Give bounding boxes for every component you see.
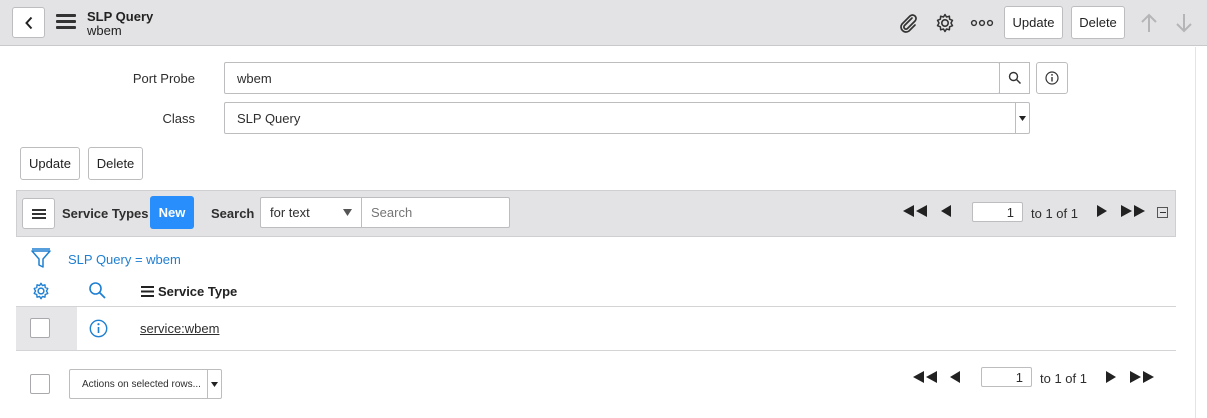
menu-icon[interactable]	[56, 14, 76, 30]
search-field-value: for text	[270, 205, 310, 220]
filter-breadcrumb[interactable]: SLP Query = wbem	[68, 252, 181, 267]
page-title: SLP Query	[87, 9, 154, 24]
service-type-link[interactable]: service:wbem	[140, 321, 219, 336]
bottom-next-page-icon[interactable]	[1105, 371, 1117, 386]
paperclip-icon[interactable]	[897, 12, 919, 34]
form-header: SLP Query wbem Update Delete	[0, 0, 1207, 46]
scrollbar-track[interactable]	[1195, 47, 1196, 418]
gear-icon[interactable]	[934, 12, 956, 34]
previous-page-icon[interactable]	[940, 205, 952, 220]
list-settings-gear-icon[interactable]	[31, 281, 51, 304]
header-update-button[interactable]: Update	[1004, 6, 1063, 39]
header-divider	[16, 306, 1176, 307]
arrow-down-icon[interactable]	[1173, 12, 1195, 34]
last-page-icon[interactable]	[1120, 205, 1146, 220]
class-select-value: SLP Query	[237, 110, 301, 126]
back-button[interactable]	[12, 7, 45, 38]
row-checkbox[interactable]	[30, 318, 50, 338]
next-page-icon[interactable]	[1096, 205, 1108, 220]
actions-select[interactable]: Actions on selected rows...	[69, 369, 222, 399]
form-update-button[interactable]: Update	[20, 147, 80, 180]
dropdown-arrow-icon	[207, 370, 221, 398]
list-menu-button[interactable]	[22, 198, 55, 229]
column-menu-icon[interactable]	[141, 285, 154, 300]
form-delete-button[interactable]: Delete	[88, 147, 143, 180]
collapse-icon[interactable]	[1157, 207, 1168, 218]
filter-icon[interactable]	[31, 248, 51, 273]
bottom-last-page-icon[interactable]	[1129, 371, 1155, 386]
bottom-page-range-text: to 1 of 1	[1040, 371, 1087, 386]
class-label: Class	[162, 111, 195, 126]
dropdown-arrow-icon	[343, 209, 352, 216]
info-icon[interactable]	[89, 319, 108, 341]
search-field-select[interactable]: for text	[260, 197, 362, 228]
search-label: Search	[211, 206, 255, 221]
arrow-up-icon[interactable]	[1138, 12, 1160, 34]
page-number-input[interactable]: 1	[972, 202, 1023, 222]
related-list-title: Service Types	[62, 206, 149, 221]
reference-info-button[interactable]	[1036, 62, 1068, 94]
row-divider	[16, 350, 1176, 351]
port-probe-field[interactable]: wbem	[224, 62, 1000, 94]
bottom-first-page-icon[interactable]	[912, 371, 938, 386]
bottom-page-number-input[interactable]: 1	[981, 367, 1032, 387]
page-subtitle: wbem	[87, 23, 122, 38]
header-delete-button[interactable]: Delete	[1071, 6, 1125, 39]
chevron-left-icon	[24, 16, 32, 29]
column-search-icon[interactable]	[88, 281, 107, 303]
actions-select-label: Actions on selected rows...	[82, 378, 201, 390]
more-options-icon[interactable]	[970, 12, 994, 34]
page-range-text: to 1 of 1	[1031, 206, 1078, 221]
new-button[interactable]: New	[150, 196, 194, 229]
select-all-checkbox[interactable]	[30, 374, 50, 394]
lookup-button[interactable]	[999, 62, 1030, 94]
info-icon	[1045, 71, 1059, 85]
bottom-previous-page-icon[interactable]	[949, 371, 961, 386]
search-input[interactable]	[361, 197, 510, 228]
class-select[interactable]: SLP Query	[224, 102, 1030, 134]
port-probe-label: Port Probe	[132, 71, 195, 86]
search-icon	[1008, 71, 1021, 85]
dropdown-arrow-icon	[1015, 103, 1029, 133]
column-header-service-type[interactable]: Service Type	[158, 284, 237, 299]
first-page-icon[interactable]	[902, 205, 928, 220]
menu-icon	[31, 208, 46, 219]
